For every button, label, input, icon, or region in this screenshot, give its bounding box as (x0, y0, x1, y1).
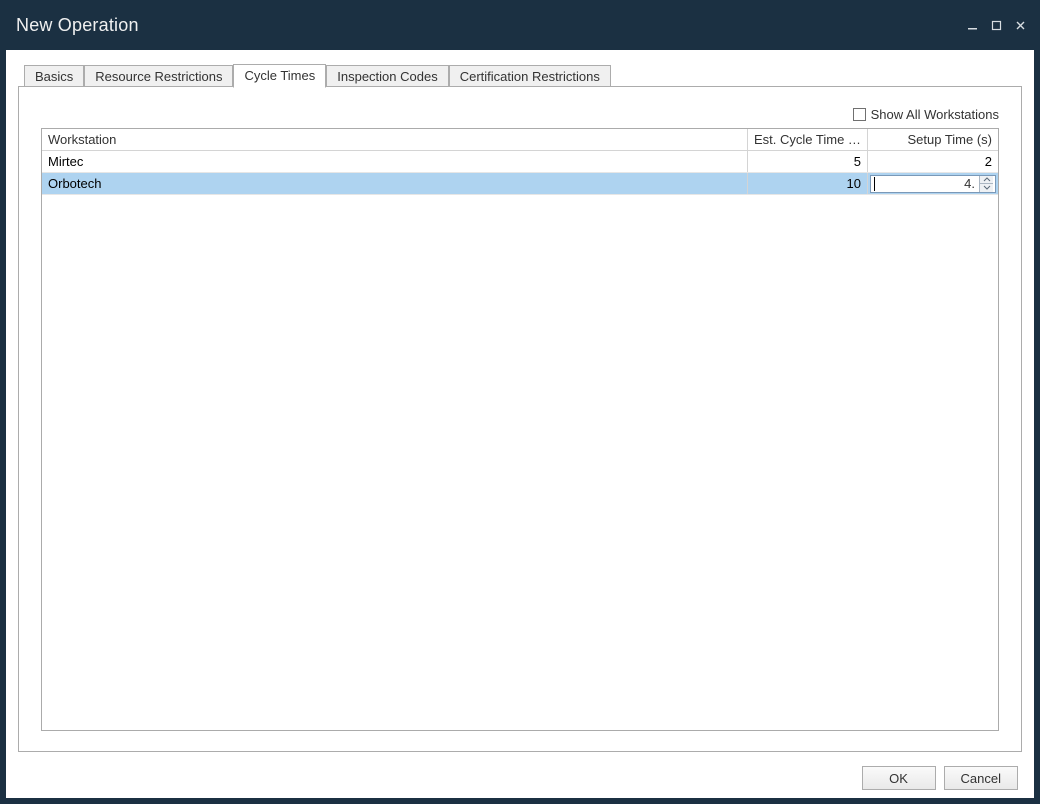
cell-workstation: Mirtec (42, 151, 748, 172)
col-est-cycle[interactable]: Est. Cycle Time (s) (748, 129, 868, 150)
ok-button[interactable]: OK (862, 766, 936, 790)
spin-up-icon[interactable] (980, 176, 993, 184)
cell-setup-editor[interactable]: 4. (868, 173, 998, 194)
window-controls (964, 17, 1028, 33)
tab-resource-restrictions[interactable]: Resource Restrictions (84, 65, 233, 88)
grid-body: Mirtec 5 2 Orbotech 10 4. (42, 151, 998, 730)
dialog-footer: OK Cancel (6, 758, 1034, 798)
tab-certification-restrictions[interactable]: Certification Restrictions (449, 65, 611, 88)
table-row[interactable]: Mirtec 5 2 (42, 151, 998, 173)
cell-est-cycle[interactable]: 10 (748, 173, 868, 194)
window-title: New Operation (16, 15, 139, 36)
table-row[interactable]: Orbotech 10 4. (42, 173, 998, 195)
close-icon[interactable] (1012, 17, 1028, 33)
maximize-icon[interactable] (988, 17, 1004, 33)
minimize-icon[interactable] (964, 17, 980, 33)
show-all-label: Show All Workstations (871, 107, 999, 122)
tabstrip: Basics Resource Restrictions Cycle Times… (24, 62, 1022, 87)
spin-down-icon[interactable] (980, 183, 993, 192)
tab-inspection-codes[interactable]: Inspection Codes (326, 65, 448, 88)
cell-workstation: Orbotech (42, 173, 748, 194)
setup-time-input[interactable]: 4. (870, 175, 996, 193)
tab-basics[interactable]: Basics (24, 65, 84, 88)
show-all-workstations[interactable]: Show All Workstations (853, 107, 999, 122)
cell-est-cycle[interactable]: 5 (748, 151, 868, 172)
spin-buttons (979, 176, 993, 192)
cell-setup[interactable]: 2 (868, 151, 998, 172)
col-workstation[interactable]: Workstation (42, 129, 748, 150)
tab-panel-cycle-times: Show All Workstations Workstation Est. C… (18, 86, 1022, 752)
col-setup[interactable]: Setup Time (s) (868, 129, 998, 150)
client-area: Basics Resource Restrictions Cycle Times… (6, 50, 1034, 798)
titlebar: New Operation (0, 0, 1040, 50)
content-area: Basics Resource Restrictions Cycle Times… (6, 50, 1034, 758)
cancel-button[interactable]: Cancel (944, 766, 1018, 790)
grid-header: Workstation Est. Cycle Time (s) Setup Ti… (42, 129, 998, 151)
checkbox-icon[interactable] (853, 108, 866, 121)
workstation-grid: Workstation Est. Cycle Time (s) Setup Ti… (41, 128, 999, 731)
options-row: Show All Workstations (41, 107, 999, 122)
tab-cycle-times[interactable]: Cycle Times (233, 64, 326, 88)
